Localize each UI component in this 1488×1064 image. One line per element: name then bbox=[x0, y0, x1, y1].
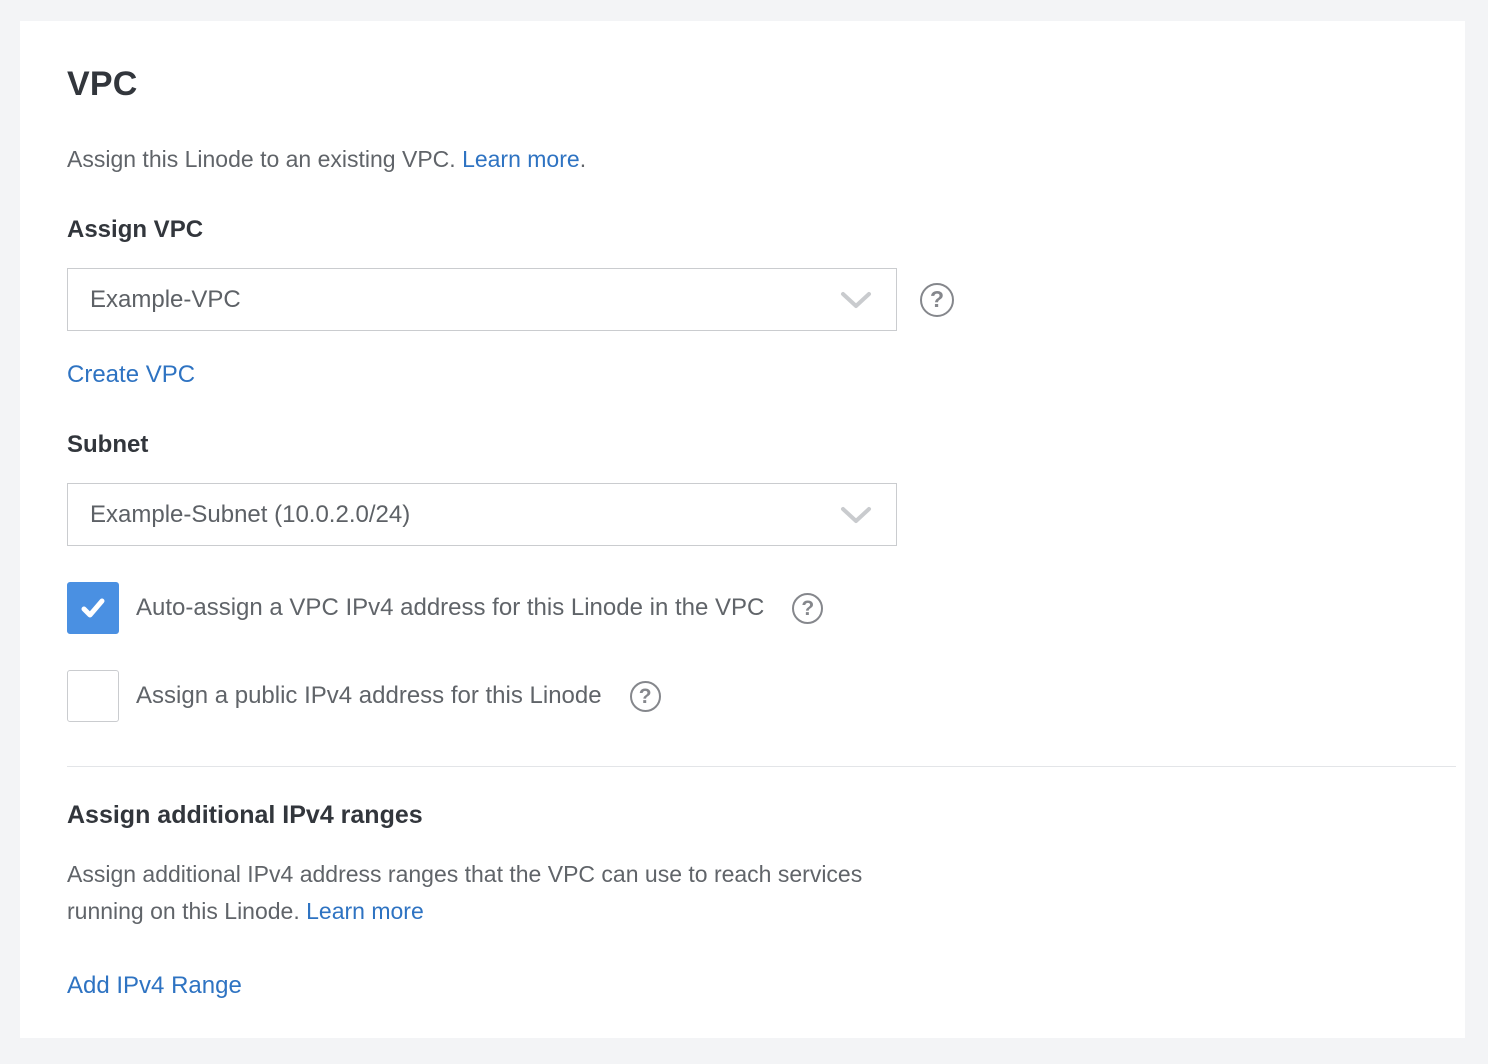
assign-vpc-row: Example-VPC ? bbox=[67, 268, 1465, 331]
intro-text-suffix: . bbox=[580, 146, 586, 172]
assign-vpc-label: Assign VPC bbox=[67, 216, 1465, 244]
additional-ranges-title: Assign additional IPv4 ranges bbox=[67, 801, 1465, 830]
checkbox-auto-assign-vpc-ipv4[interactable] bbox=[67, 582, 119, 634]
additional-ranges-description: Assign additional IPv4 address ranges th… bbox=[67, 856, 902, 930]
intro-text: Assign this Linode to an existing VPC. L… bbox=[67, 144, 1465, 174]
check-icon bbox=[77, 592, 109, 624]
learn-more-link-ranges[interactable]: Learn more bbox=[306, 898, 424, 924]
assign-public-ipv4-row: Assign a public IPv4 address for this Li… bbox=[67, 670, 1465, 722]
add-ipv4-range-link[interactable]: Add IPv4 Range bbox=[67, 972, 242, 1000]
checkbox-label-assign-public: Assign a public IPv4 address for this Li… bbox=[136, 682, 602, 710]
vpc-select-value: Example-VPC bbox=[90, 286, 840, 314]
vpc-select[interactable]: Example-VPC bbox=[67, 268, 897, 331]
help-icon-assign-public[interactable]: ? bbox=[630, 681, 661, 712]
create-vpc-link[interactable]: Create VPC bbox=[67, 361, 195, 389]
subnet-row: Example-Subnet (10.0.2.0/24) bbox=[67, 483, 1465, 546]
page-title: VPC bbox=[67, 65, 1465, 104]
section-divider bbox=[67, 766, 1456, 767]
subnet-label: Subnet bbox=[67, 431, 1465, 459]
learn-more-link-vpc[interactable]: Learn more bbox=[462, 146, 580, 172]
vpc-panel: VPC Assign this Linode to an existing VP… bbox=[20, 21, 1465, 1038]
subnet-select[interactable]: Example-Subnet (10.0.2.0/24) bbox=[67, 483, 897, 546]
chevron-down-icon bbox=[840, 291, 872, 309]
checkbox-assign-public-ipv4[interactable] bbox=[67, 670, 119, 722]
subnet-select-value: Example-Subnet (10.0.2.0/24) bbox=[90, 501, 840, 529]
help-icon-vpc[interactable]: ? bbox=[920, 283, 954, 317]
auto-assign-vpc-ipv4-row: Auto-assign a VPC IPv4 address for this … bbox=[67, 582, 1465, 634]
help-icon-auto-assign[interactable]: ? bbox=[792, 593, 823, 624]
checkbox-label-auto-assign: Auto-assign a VPC IPv4 address for this … bbox=[136, 594, 764, 622]
intro-text-body: Assign this Linode to an existing VPC. bbox=[67, 146, 462, 172]
chevron-down-icon bbox=[840, 506, 872, 524]
additional-ranges-description-body: Assign additional IPv4 address ranges th… bbox=[67, 861, 862, 924]
